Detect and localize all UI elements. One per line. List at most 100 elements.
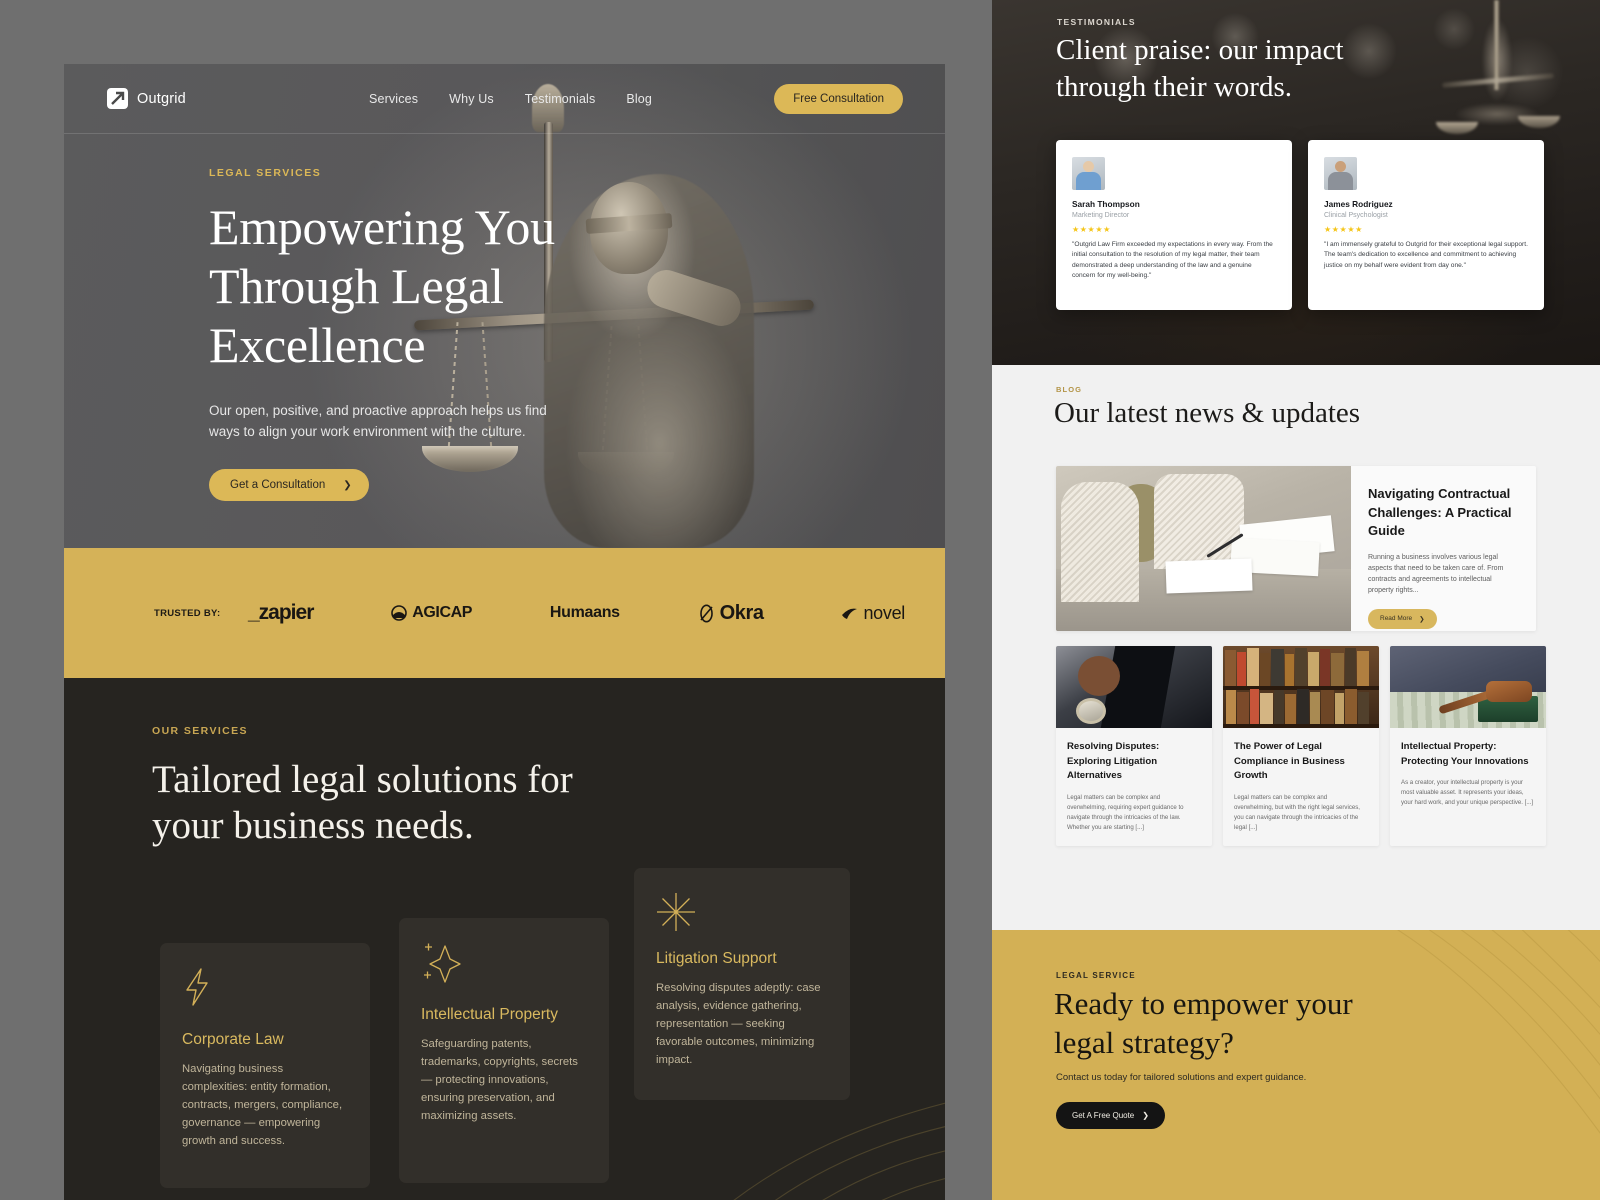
cta-title-line-1: Ready to empower your <box>1054 986 1353 1021</box>
testimonials-title: Client praise: our impact through their … <box>1056 32 1486 106</box>
read-more-label: Read More <box>1380 615 1413 622</box>
blog-post-title: Resolving Disputes: Exploring Litigation… <box>1067 741 1160 781</box>
blog-post-title: The Power of Legal Compliance in Busines… <box>1234 741 1345 781</box>
service-card-intellectual-property[interactable]: Intellectual Property Safeguarding paten… <box>399 918 609 1183</box>
get-a-free-quote-button[interactable]: Get A Free Quote ❯ <box>1056 1102 1165 1129</box>
logo-agicap: AGICAP <box>391 604 472 622</box>
cta-subtitle: Contact us today for tailored solutions … <box>1056 1072 1307 1083</box>
service-cards: Corporate Law Navigating business comple… <box>160 868 880 1188</box>
avatar <box>1072 157 1105 190</box>
blog-post-excerpt: Legal matters can be complex and overwhe… <box>1067 793 1184 831</box>
service-card-title: Corporate Law <box>182 1031 284 1048</box>
screenshot-canvas: Outgrid Services Why Us Testimonials Blo… <box>0 0 1600 1200</box>
testimonial-author-role: Clinical Psychologist <box>1324 212 1388 219</box>
nav-item-testimonials[interactable]: Testimonials <box>525 92 596 106</box>
site-header: Outgrid Services Why Us Testimonials Blo… <box>64 64 945 134</box>
blog-post-excerpt: Legal matters can be complex and overwhe… <box>1234 793 1360 831</box>
hero-title-line-2: Through Legal <box>209 258 504 314</box>
star-rating-icon: ★★★★★ <box>1324 225 1363 234</box>
chevron-right-icon: ❯ <box>1419 615 1425 623</box>
cta-section: LEGAL SERVICE Ready to empower your lega… <box>992 930 1600 1200</box>
testimonial-cards: Sarah Thompson Marketing Director ★★★★★ … <box>1056 140 1544 310</box>
star-rating-icon: ★★★★★ <box>1072 225 1111 234</box>
blog-eyebrow: BLOG <box>1056 385 1083 394</box>
service-card-body: Safeguarding patents, trademarks, copyri… <box>421 1038 578 1122</box>
get-a-consultation-button[interactable]: Get a Consultation ❯ <box>209 469 369 501</box>
service-card-title: Litigation Support <box>656 950 777 967</box>
trusted-by-label: TRUSTED BY: <box>154 607 221 619</box>
service-card-corporate-law[interactable]: Corporate Law Navigating business comple… <box>160 943 370 1188</box>
testimonials-title-line-2: through their words. <box>1056 71 1292 103</box>
read-more-button[interactable]: Read More ❯ <box>1368 608 1437 629</box>
testimonial-author-name: James Rodriguez <box>1324 199 1393 209</box>
brand-logo[interactable]: Outgrid <box>107 88 186 109</box>
hero-subtitle: Our open, positive, and proactive approa… <box>209 403 547 439</box>
testimonials-title-line-1: Client praise: our impact <box>1056 34 1344 66</box>
hero-content: LEGAL SERVICES Empowering You Through Le… <box>209 167 669 501</box>
featured-blog-card[interactable]: Navigating Contractual Challenges: A Pra… <box>1056 466 1536 631</box>
lightning-icon <box>182 967 348 1011</box>
blog-post-excerpt: As a creator, your intellectual property… <box>1401 779 1534 806</box>
hero-title-line-1: Empowering You <box>209 199 555 255</box>
brand-name: Outgrid <box>137 90 186 107</box>
outgrid-arrow-icon <box>107 88 128 109</box>
blog-post-card[interactable]: Intellectual Property: Protecting Your I… <box>1390 646 1546 846</box>
blog-post-image <box>1390 646 1546 728</box>
novel-mark-icon <box>842 608 858 619</box>
hero-section: Outgrid Services Why Us Testimonials Blo… <box>64 64 945 548</box>
asterisk-icon <box>656 892 828 936</box>
nav-item-services[interactable]: Services <box>369 92 418 106</box>
service-card-litigation-support[interactable]: Litigation Support Resolving disputes ad… <box>634 868 850 1100</box>
logo-okra: Okra <box>698 602 764 625</box>
service-card-title: Intellectual Property <box>421 1006 558 1023</box>
featured-blog-excerpt: Running a business involves various lega… <box>1368 553 1504 594</box>
hero-title: Empowering You Through Legal Excellence <box>209 198 669 375</box>
logo-zapier: _zapier <box>248 601 314 624</box>
blog-post-card[interactable]: The Power of Legal Compliance in Busines… <box>1223 646 1379 846</box>
cta-button-label: Get A Free Quote <box>1072 1111 1135 1120</box>
main-nav: Services Why Us Testimonials Blog <box>369 92 652 106</box>
left-page-preview: Outgrid Services Why Us Testimonials Blo… <box>64 64 945 1200</box>
service-card-body: Resolving disputes adeptly: case analysi… <box>656 982 821 1066</box>
services-title-line-1: Tailored legal solutions for <box>152 758 573 801</box>
sparkle-icon <box>421 942 587 986</box>
testimonial-author-role: Marketing Director <box>1072 212 1130 219</box>
logo-humaans: Humaans <box>549 604 620 621</box>
trusted-by-bar: TRUSTED BY: _zapier AGICAP Humaans Okra … <box>64 548 945 678</box>
agicap-mark-icon <box>391 605 408 621</box>
cta-title: Ready to empower your legal strategy? <box>1054 984 1474 1062</box>
hero-eyebrow: LEGAL SERVICES <box>209 167 322 179</box>
hero-button-label: Get a Consultation <box>230 479 326 491</box>
testimonial-card[interactable]: James Rodriguez Clinical Psychologist ★★… <box>1308 140 1544 310</box>
services-title-line-2: your business needs. <box>152 804 474 847</box>
chevron-right-icon: ❯ <box>1142 1111 1149 1120</box>
right-page-preview: TESTIMONIALS Client praise: our impact t… <box>992 0 1600 1200</box>
testimonials-section: TESTIMONIALS Client praise: our impact t… <box>992 0 1600 365</box>
services-heading-block: OUR SERVICES Tailored legal solutions fo… <box>152 725 573 849</box>
featured-blog-image <box>1056 466 1351 631</box>
logo-novel: novel <box>841 603 905 624</box>
avatar <box>1324 157 1357 190</box>
featured-blog-text: Navigating Contractual Challenges: A Pra… <box>1351 466 1536 631</box>
testimonials-eyebrow: TESTIMONIALS <box>1057 17 1136 27</box>
services-title: Tailored legal solutions for your busine… <box>152 757 573 849</box>
blog-title: Our latest news & updates <box>1054 397 1361 429</box>
services-section: OUR SERVICES Tailored legal solutions fo… <box>64 678 945 1200</box>
featured-blog-title: Navigating Contractual Challenges: A Pra… <box>1368 486 1512 538</box>
blog-post-card[interactable]: Resolving Disputes: Exploring Litigation… <box>1056 646 1212 846</box>
blog-section: BLOG Our latest news & updates Navigatin… <box>992 365 1600 930</box>
hero-title-line-3: Excellence <box>209 317 426 373</box>
testimonial-quote: "I am immensely grateful to Outgrid for … <box>1324 241 1528 269</box>
chevron-right-icon: ❯ <box>343 479 352 491</box>
service-card-body: Navigating business complexities: entity… <box>182 1063 343 1147</box>
testimonial-card[interactable]: Sarah Thompson Marketing Director ★★★★★ … <box>1056 140 1292 310</box>
free-consultation-button[interactable]: Free Consultation <box>774 83 903 114</box>
nav-item-why-us[interactable]: Why Us <box>449 92 494 106</box>
testimonial-author-name: Sarah Thompson <box>1072 199 1140 209</box>
nav-item-blog[interactable]: Blog <box>626 92 652 106</box>
cta-eyebrow: LEGAL SERVICE <box>1056 971 1136 980</box>
blog-post-image <box>1223 646 1379 728</box>
decorative-arcs <box>1396 930 1600 1134</box>
blog-post-grid: Resolving Disputes: Exploring Litigation… <box>1056 646 1546 846</box>
services-eyebrow: OUR SERVICES <box>152 725 248 737</box>
